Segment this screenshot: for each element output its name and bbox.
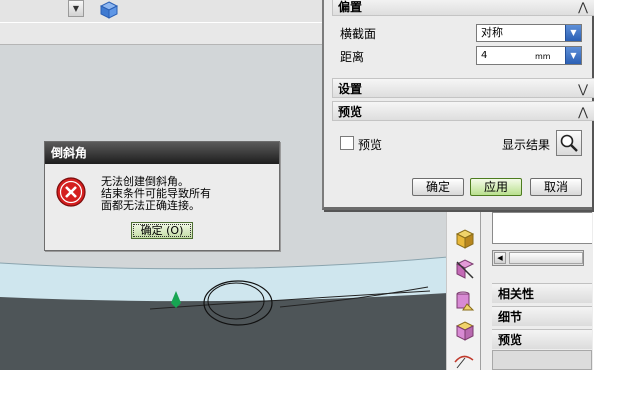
preview-section-header[interactable]: 预览 ⋀ (332, 101, 594, 121)
chevron-down-icon[interactable]: ⋁ (578, 79, 588, 99)
cross-section-select[interactable]: 对称 ▼ (476, 24, 582, 42)
horizontal-scrollbar[interactable]: ◀ (492, 250, 584, 266)
trim-tool-icon[interactable] (453, 258, 475, 280)
preview-checkbox-label: 预览 (358, 138, 383, 152)
model-surface-dark (0, 293, 448, 370)
error-message-line: 面都无法正确连接。 (101, 199, 200, 212)
offset-section-title: 偏置 (338, 0, 363, 14)
error-ok-button[interactable]: 确定 (O) (131, 222, 193, 239)
apply-button[interactable]: 应用 (470, 178, 522, 196)
cross-section-label: 横截面 (340, 27, 377, 41)
cross-section-value: 对称 (481, 26, 503, 39)
settings-section-title: 设置 (338, 82, 363, 96)
preview-checkbox[interactable] (340, 136, 354, 150)
settings-section-header[interactable]: 设置 ⋁ (332, 78, 594, 98)
preview-box (492, 350, 592, 370)
distance-input[interactable]: 4 mm ▼ (476, 46, 582, 65)
section-preview[interactable]: 预览 (492, 329, 592, 349)
preview-section-title: 预览 (338, 105, 363, 119)
distance-unit: mm (535, 52, 551, 61)
magnify-icon (560, 134, 578, 152)
chevron-down-icon[interactable]: ▼ (565, 47, 581, 64)
show-result-label: 显示结果 (502, 138, 551, 152)
error-dialog-title: 倒斜角 (45, 142, 279, 164)
section-details[interactable]: 细节 (492, 306, 592, 326)
scroll-left-icon[interactable]: ◀ (494, 252, 506, 264)
error-message: 无法创建倒斜角。 结束条件可能导致所有 面都无法正确连接。 (101, 176, 271, 212)
error-icon (55, 176, 87, 211)
error-dialog: 倒斜角 无法创建倒斜角。 结束条件可能导致所有 面都无法正确连接。 确定 (O) (44, 141, 280, 251)
scroll-thumb[interactable] (509, 252, 583, 264)
offset-section-header[interactable]: 偏置 ⋀ (332, 0, 594, 16)
tool-icon-column (446, 200, 481, 370)
toolbar-separator (0, 23, 330, 45)
show-result-button[interactable] (556, 130, 582, 156)
toolbar-strip: ▼ (0, 0, 330, 22)
distance-label: 距离 (340, 50, 365, 64)
chamfer-dialog: 偏置 ⋀ 横截面 对称 ▼ 距离 4 mm ▼ 设置 ⋁ 预览 ⋀ 预览 显示结… (322, 0, 594, 210)
curve-tool-icon[interactable] (453, 348, 475, 370)
chevron-up-icon[interactable]: ⋀ (578, 102, 588, 122)
cancel-button[interactable]: 取消 (530, 178, 582, 196)
shell-tool-icon[interactable] (453, 320, 475, 342)
cube-icon[interactable] (99, 1, 119, 22)
block-tool-icon[interactable] (453, 228, 475, 250)
cylinder-tool-icon[interactable] (453, 290, 475, 312)
section-dependency[interactable]: 相关性 (492, 283, 592, 303)
ok-button[interactable]: 确定 (412, 178, 464, 196)
chevron-down-icon[interactable]: ▼ (68, 0, 84, 17)
list-box[interactable] (492, 212, 592, 244)
distance-value: 4 (481, 50, 488, 61)
chevron-down-icon[interactable]: ▼ (565, 25, 581, 41)
chevron-up-icon[interactable]: ⋀ (578, 0, 588, 17)
